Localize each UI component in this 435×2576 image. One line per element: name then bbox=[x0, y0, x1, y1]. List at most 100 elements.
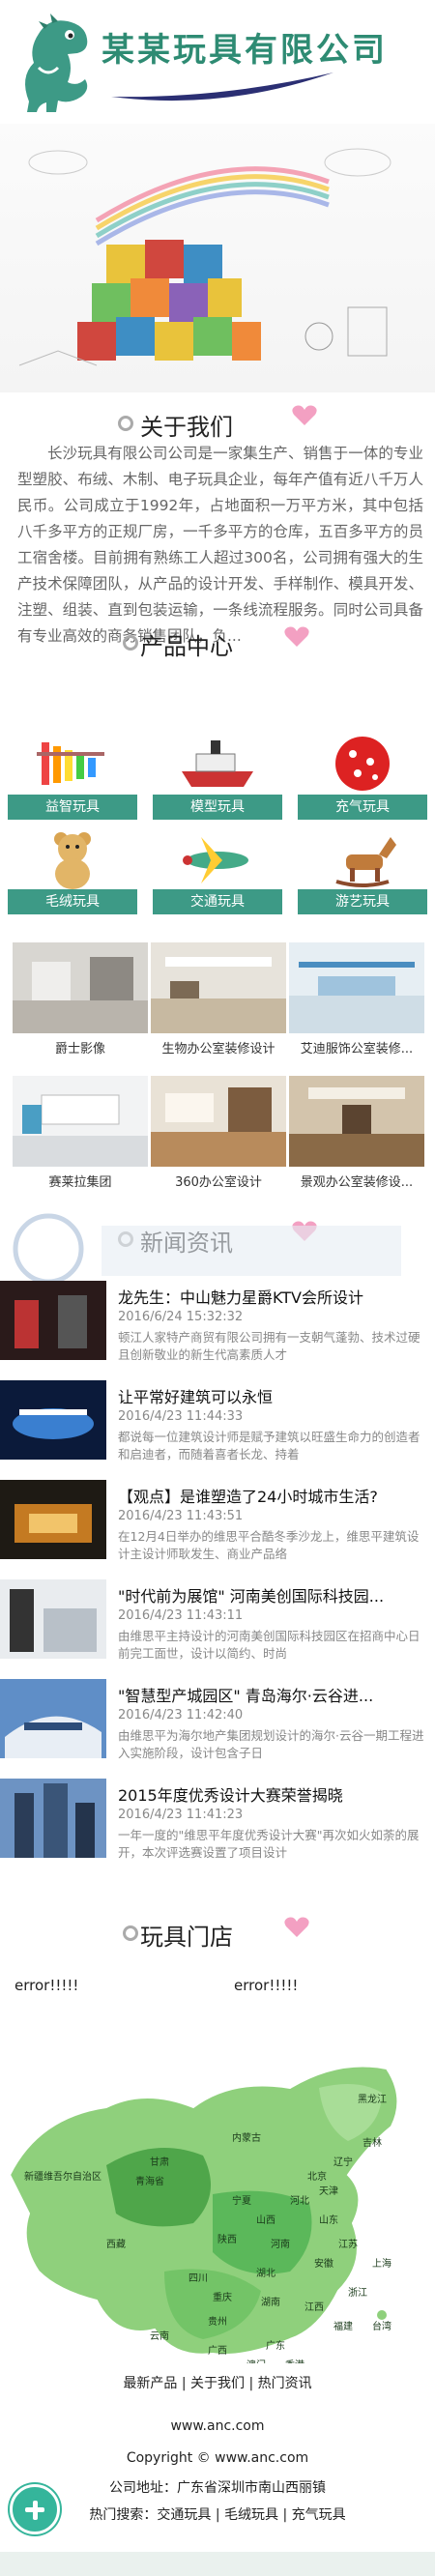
case-caption[interactable]: 360办公室设计 bbox=[151, 1172, 286, 1190]
about-title-text[interactable]: 关于我们 bbox=[140, 408, 233, 442]
map-region-label[interactable]: 台湾 bbox=[372, 2320, 392, 2332]
map-region-label[interactable]: 河南 bbox=[271, 2238, 290, 2250]
company-name[interactable]: 某某玩具有限公司 bbox=[102, 23, 388, 71]
news-title[interactable]: "时代前为展馆" 河南美创国际科技园... bbox=[118, 1583, 427, 1606]
dinosaur-logo-icon[interactable] bbox=[10, 10, 102, 116]
case-card[interactable]: 爵士影像 bbox=[13, 942, 148, 1063]
category-card[interactable]: 充气玩具 bbox=[298, 733, 427, 820]
map-region-label[interactable]: 山西 bbox=[256, 2214, 276, 2226]
about-section-title: 关于我们 bbox=[0, 404, 435, 443]
hero-banner[interactable] bbox=[0, 124, 435, 392]
map-region-label[interactable]: 陕西 bbox=[218, 2233, 237, 2245]
case-caption[interactable]: 景观办公室装修设... bbox=[289, 1172, 424, 1190]
news-thumbnail bbox=[0, 1380, 106, 1460]
site-header: 某某玩具有限公司 bbox=[0, 0, 435, 124]
title-circle-icon bbox=[118, 1231, 133, 1247]
map-region-label[interactable]: 宁夏 bbox=[232, 2194, 251, 2207]
news-item[interactable]: "时代前为展馆" 河南美创国际科技园... 2016/4/23 11:43:11… bbox=[0, 1579, 435, 1672]
category-label[interactable]: 游艺玩具 bbox=[298, 889, 427, 914]
news-title[interactable]: "智慧型产城园区" 青岛海尔·云谷进... bbox=[118, 1683, 427, 1706]
pink-heart-icon bbox=[284, 1917, 309, 1937]
news-date: 2016/4/23 11:42:40 bbox=[118, 1708, 244, 1722]
map-region-label[interactable]: 贵州 bbox=[208, 2315, 227, 2328]
category-card[interactable]: 交通玩具 bbox=[153, 827, 282, 914]
case-card[interactable]: 360办公室设计 bbox=[151, 1076, 286, 1197]
news-item[interactable]: 2015年度优秀设计大赛荣誉揭晓 2016/4/23 11:41:23 一年一度… bbox=[0, 1779, 435, 1871]
case-photo bbox=[151, 942, 286, 1033]
news-item[interactable]: 让平常好建筑可以永恒 2016/4/23 11:44:33 都说每一位建筑设计师… bbox=[0, 1380, 435, 1473]
category-label[interactable]: 益智玩具 bbox=[8, 795, 137, 820]
case-card[interactable]: 生物办公室装修设计 bbox=[151, 942, 286, 1063]
news-thumbnail bbox=[0, 1579, 106, 1659]
title-circle-icon bbox=[118, 416, 133, 431]
news-desc: 都说每一位建筑设计师是赋予建筑以旺盛生命力的创造者和启迪者，而随着喜者长龙、持着 bbox=[118, 1430, 420, 1462]
map-region-label[interactable]: 江苏 bbox=[338, 2238, 358, 2250]
footer-link-news[interactable]: 热门资讯 bbox=[258, 2376, 312, 2391]
map-region-label[interactable]: 甘肃 bbox=[150, 2156, 169, 2168]
map-region-label[interactable]: 山东 bbox=[319, 2214, 338, 2226]
case-card[interactable]: 赛莱拉集团 bbox=[13, 1076, 148, 1197]
news-desc: 顿江人家特产商贸有限公司拥有一支朝气蓬勃、技术过硬且创新敬业的新生代高素质人才 bbox=[118, 1330, 420, 1362]
news-title[interactable]: 让平常好建筑可以永恒 bbox=[118, 1384, 427, 1407]
map-region-label[interactable]: 西藏 bbox=[106, 2239, 126, 2250]
news-title[interactable]: 龙先生：中山魅力星爵KTV会所设计 bbox=[118, 1285, 427, 1308]
news-title-text[interactable]: 新闻资讯 bbox=[140, 1224, 233, 1258]
map-region-label[interactable]: 辽宁 bbox=[334, 2156, 353, 2168]
china-store-map[interactable]: 黑龙江吉林新疆维吾尔自治区 内蒙古辽宁 北京 甘肃青海省天津 河北 宁夏 山西 山东西藏 陕西 河… bbox=[0, 2049, 435, 2407]
hot-link-inflatable[interactable]: 充气玩具 bbox=[292, 2507, 346, 2523]
map-region-label[interactable]: 湖南 bbox=[261, 2296, 280, 2308]
map-region-label[interactable]: 广东 bbox=[266, 2339, 285, 2352]
category-card[interactable]: 益智玩具 bbox=[8, 733, 137, 820]
map-region-label[interactable]: 黑龙江 bbox=[358, 2093, 387, 2105]
category-label[interactable]: 毛绒玩具 bbox=[8, 889, 137, 914]
case-caption[interactable]: 爵士影像 bbox=[13, 1038, 148, 1056]
map-region-label[interactable]: 吉林 bbox=[362, 2136, 382, 2149]
map-region-label[interactable]: 新疆维吾尔自治区 bbox=[24, 2170, 102, 2183]
stores-title-text[interactable]: 玩具门店 bbox=[140, 1918, 233, 1952]
case-caption[interactable]: 艾迪服饰公室装修... bbox=[289, 1038, 424, 1056]
map-region-label[interactable]: 福建 bbox=[334, 2320, 353, 2332]
map-region-label[interactable]: 北京 bbox=[307, 2170, 327, 2183]
category-label[interactable]: 充气玩具 bbox=[298, 795, 427, 820]
hot-link-traffic[interactable]: 交通玩具 bbox=[157, 2507, 211, 2523]
map-region-label[interactable]: 江西 bbox=[304, 2301, 324, 2313]
news-thumbnail bbox=[0, 1480, 106, 1559]
category-label[interactable]: 模型玩具 bbox=[153, 795, 282, 820]
footer-bottom-bar bbox=[0, 2552, 435, 2576]
category-card[interactable]: 游艺玩具 bbox=[298, 827, 427, 914]
map-region-label[interactable]: 内蒙古 bbox=[232, 2131, 261, 2144]
news-thumbnail bbox=[0, 1281, 106, 1360]
china-map-illustration: 黑龙江吉林新疆维吾尔自治区 内蒙古辽宁北京 甘肃青海省天津河北 宁夏山西 山东西藏 陕西 河… bbox=[8, 2065, 399, 2395]
toy-blocks-illustration bbox=[18, 148, 392, 366]
news-title[interactable]: 2015年度优秀设计大赛荣誉揭晓 bbox=[118, 1782, 427, 1806]
map-region-label[interactable]: 青海省 bbox=[135, 2175, 164, 2187]
map-region-label[interactable]: 安徽 bbox=[314, 2257, 334, 2270]
map-region-label[interactable]: 上海 bbox=[372, 2257, 392, 2270]
category-label[interactable]: 交通玩具 bbox=[153, 889, 282, 914]
case-card[interactable]: 景观办公室装修设... bbox=[289, 1076, 424, 1197]
map-region-label[interactable]: 浙江 bbox=[348, 2287, 367, 2299]
logo-swoosh-icon bbox=[111, 72, 334, 101]
news-item[interactable]: "智慧型产城园区" 青岛海尔·云谷进... 2016/4/23 11:42:40… bbox=[0, 1679, 435, 1772]
category-card[interactable]: 模型玩具 bbox=[153, 733, 282, 820]
footer-link-products[interactable]: 最新产品 bbox=[123, 2376, 177, 2391]
hot-link-plush[interactable]: 毛绒玩具 bbox=[224, 2507, 278, 2523]
map-region-label[interactable]: 湖北 bbox=[256, 2268, 276, 2279]
map-region-label[interactable]: 重庆 bbox=[213, 2291, 232, 2303]
news-item[interactable]: 龙先生：中山魅力星爵KTV会所设计 2016/6/24 15:32:32 顿江人… bbox=[0, 1281, 435, 1374]
category-card[interactable]: 毛绒玩具 bbox=[8, 827, 137, 914]
case-caption[interactable]: 生物办公室装修设计 bbox=[151, 1038, 286, 1056]
case-caption[interactable]: 赛莱拉集团 bbox=[13, 1172, 148, 1190]
map-region-label[interactable]: 天津 bbox=[319, 2185, 338, 2197]
products-title-text[interactable]: 产品中心 bbox=[140, 627, 233, 661]
news-title[interactable]: 【观点】是谁塑造了24小时城市生活? bbox=[118, 1484, 427, 1507]
toy-ship-icon bbox=[182, 740, 253, 787]
map-region-label[interactable]: 广西 bbox=[208, 2345, 227, 2357]
map-region-label[interactable]: 河北 bbox=[290, 2195, 309, 2207]
news-item[interactable]: 【观点】是谁塑造了24小时城市生活? 2016/4/23 11:43:51 在1… bbox=[0, 1480, 435, 1573]
news-date: 2016/4/23 11:43:51 bbox=[118, 1509, 244, 1523]
map-region-label[interactable]: 四川 bbox=[188, 2273, 208, 2284]
footer-link-about[interactable]: 关于我们 bbox=[190, 2376, 245, 2391]
map-region-label[interactable]: 云南 bbox=[150, 2330, 169, 2342]
case-card[interactable]: 艾迪服饰公室装修... bbox=[289, 942, 424, 1063]
